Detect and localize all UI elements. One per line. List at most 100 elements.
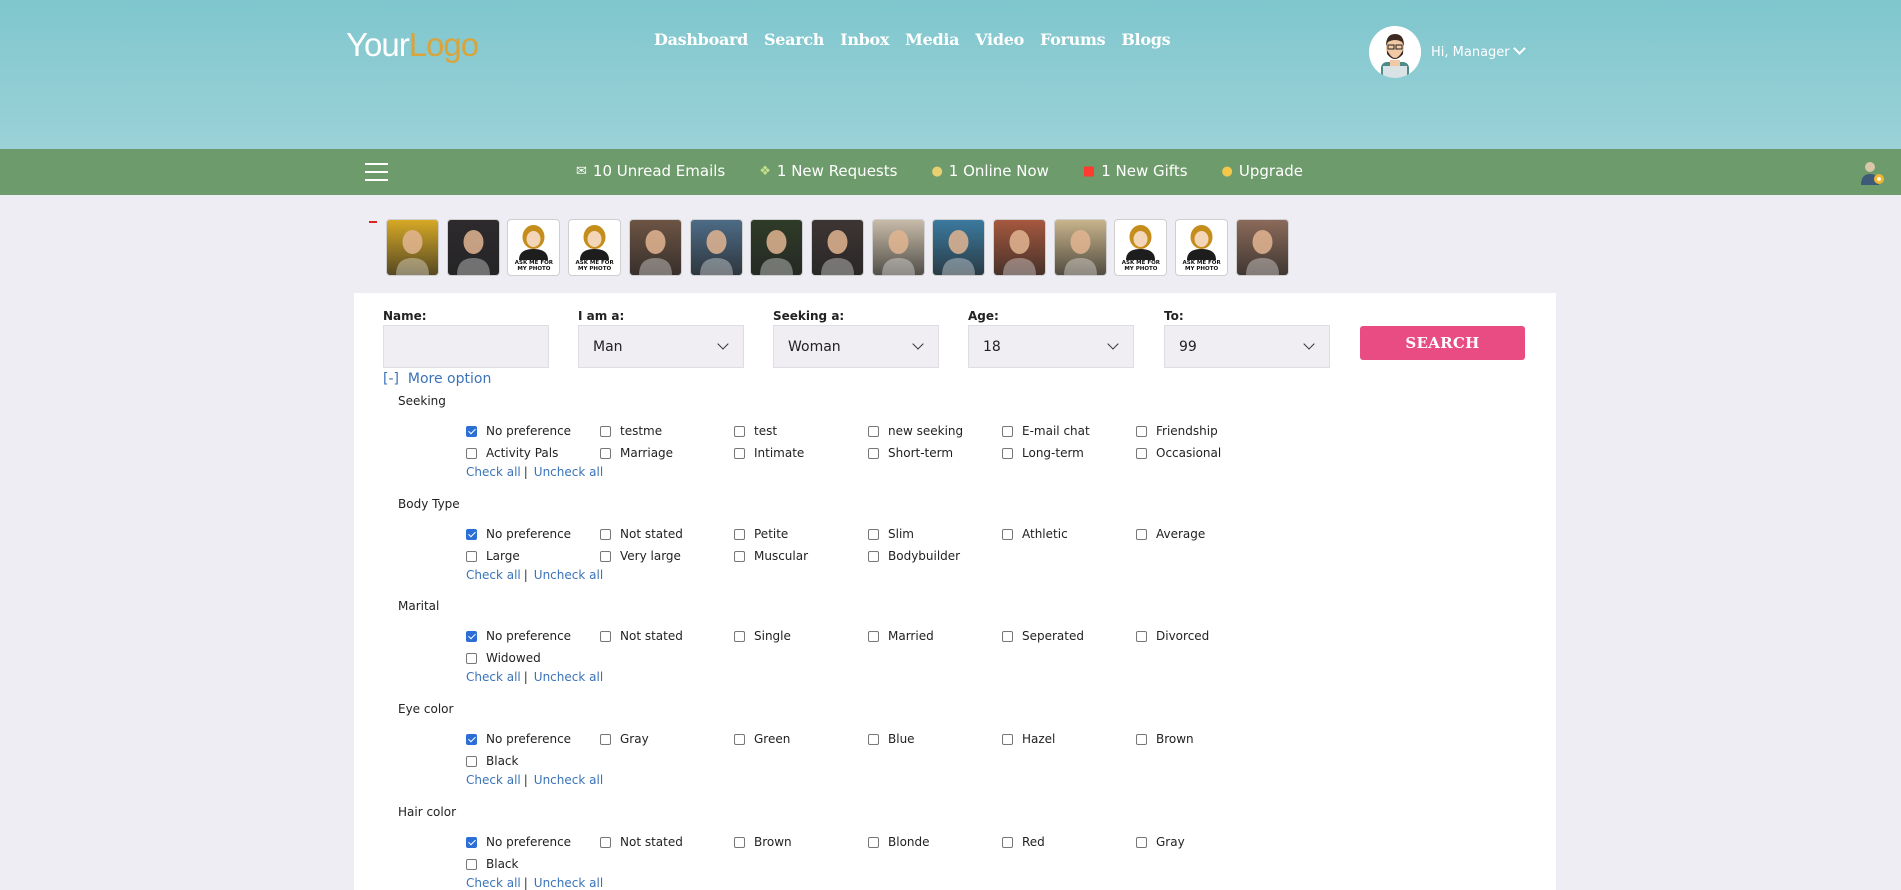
notif-new-gifts[interactable]: ■ 1 New Gifts (1083, 162, 1188, 180)
profile-thumbnail[interactable] (1053, 219, 1107, 276)
filter-checkbox[interactable]: new seeking (868, 424, 963, 438)
nav-video[interactable]: Video (975, 30, 1024, 49)
filter-checkbox[interactable]: Green (734, 732, 790, 746)
filter-checkbox[interactable]: Widowed (466, 651, 541, 665)
checkbox-unchecked-icon[interactable] (734, 550, 745, 562)
check-all-link[interactable]: Check all (466, 670, 521, 684)
checkbox-unchecked-icon[interactable] (1002, 836, 1013, 848)
checkbox-unchecked-icon[interactable] (734, 630, 745, 642)
nav-dashboard[interactable]: Dashboard (654, 30, 748, 49)
name-input[interactable] (383, 325, 549, 368)
checkbox-unchecked-icon[interactable] (734, 528, 745, 540)
checkbox-unchecked-icon[interactable] (600, 447, 611, 459)
checkbox-unchecked-icon[interactable] (734, 425, 745, 437)
filter-checkbox[interactable]: E-mail chat (1002, 424, 1090, 438)
filter-checkbox[interactable]: Red (1002, 835, 1045, 849)
filter-checkbox[interactable]: Brown (1136, 732, 1194, 746)
checkbox-unchecked-icon[interactable] (868, 733, 879, 745)
filter-checkbox[interactable]: Black (466, 754, 518, 768)
age-to-select[interactable]: 99 (1164, 325, 1330, 368)
filter-checkbox[interactable]: Petite (734, 527, 788, 541)
checkbox-unchecked-icon[interactable] (868, 447, 879, 459)
filter-checkbox[interactable]: Occasional (1136, 446, 1221, 460)
profile-thumbnail[interactable] (1235, 219, 1289, 276)
more-option-toggle[interactable]: [-] More option (383, 371, 491, 387)
filter-checkbox[interactable]: No preference (466, 424, 571, 438)
filter-checkbox[interactable]: Not stated (600, 835, 683, 849)
filter-checkbox[interactable]: Married (868, 629, 934, 643)
filter-checkbox[interactable]: No preference (466, 629, 571, 643)
filter-checkbox[interactable]: Bodybuilder (868, 549, 960, 563)
profile-thumbnail[interactable] (689, 219, 743, 276)
filter-checkbox[interactable]: Single (734, 629, 791, 643)
filter-checkbox[interactable]: Slim (868, 527, 914, 541)
search-button[interactable]: SEARCH (1360, 326, 1525, 360)
uncheck-all-link[interactable]: Uncheck all (534, 465, 603, 479)
profile-thumbnail[interactable] (871, 219, 925, 276)
filter-checkbox[interactable]: Long-term (1002, 446, 1084, 460)
filter-checkbox[interactable]: Black (466, 857, 518, 871)
check-all-link[interactable]: Check all (466, 773, 521, 787)
checkbox-unchecked-icon[interactable] (1002, 630, 1013, 642)
nav-inbox[interactable]: Inbox (840, 30, 889, 49)
checkbox-checked-icon[interactable] (466, 836, 477, 848)
profile-thumbnail[interactable] (386, 219, 439, 276)
uncheck-all-link[interactable]: Uncheck all (534, 773, 603, 787)
site-logo[interactable]: YourLogo (346, 26, 479, 64)
filter-checkbox[interactable]: Gray (1136, 835, 1185, 849)
profile-thumbnail[interactable] (993, 219, 1046, 276)
filter-checkbox[interactable]: Not stated (600, 527, 683, 541)
checkbox-unchecked-icon[interactable] (868, 630, 879, 642)
iam-select[interactable]: Man (578, 325, 744, 368)
user-greeting[interactable]: Hi, Manager (1431, 41, 1526, 60)
filter-checkbox[interactable]: Seperated (1002, 629, 1084, 643)
checkbox-unchecked-icon[interactable] (1136, 447, 1147, 459)
filter-checkbox[interactable]: No preference (466, 732, 571, 746)
hamburger-menu-icon[interactable] (365, 163, 388, 181)
profile-thumbnail[interactable] (446, 219, 500, 276)
checkbox-unchecked-icon[interactable] (1136, 836, 1147, 848)
filter-checkbox[interactable]: Activity Pals (466, 446, 558, 460)
checkbox-unchecked-icon[interactable] (868, 550, 879, 562)
filter-checkbox[interactable]: Divorced (1136, 629, 1209, 643)
check-all-link[interactable]: Check all (466, 465, 521, 479)
checkbox-unchecked-icon[interactable] (600, 528, 611, 540)
filter-checkbox[interactable]: Hazel (1002, 732, 1055, 746)
notif-online-now[interactable]: ● 1 Online Now (931, 162, 1048, 180)
checkbox-unchecked-icon[interactable] (1136, 425, 1147, 437)
checkbox-unchecked-icon[interactable] (1136, 528, 1147, 540)
filter-checkbox[interactable]: Gray (600, 732, 649, 746)
profile-thumbnail[interactable] (810, 219, 864, 276)
checkbox-unchecked-icon[interactable] (1002, 447, 1013, 459)
avatar[interactable] (1369, 26, 1421, 78)
nav-media[interactable]: Media (905, 30, 959, 49)
checkbox-unchecked-icon[interactable] (466, 550, 477, 562)
checkbox-unchecked-icon[interactable] (868, 836, 879, 848)
uncheck-all-link[interactable]: Uncheck all (534, 670, 603, 684)
profile-thumbnail[interactable] (750, 219, 804, 276)
checkbox-checked-icon[interactable] (466, 528, 477, 540)
checkbox-unchecked-icon[interactable] (1002, 528, 1013, 540)
filter-checkbox[interactable]: Blonde (868, 835, 930, 849)
check-all-link[interactable]: Check all (466, 876, 521, 890)
profile-thumbnail-placeholder[interactable]: ASK ME FOR MY PHOTO (568, 219, 622, 276)
nav-forums[interactable]: Forums (1040, 30, 1106, 49)
user-menu[interactable]: Hi, Manager (1369, 26, 1526, 78)
notif-unread-emails[interactable]: ✉ 10 Unread Emails (576, 162, 725, 180)
checkbox-unchecked-icon[interactable] (600, 836, 611, 848)
filter-checkbox[interactable]: No preference (466, 527, 571, 541)
filter-checkbox[interactable]: Brown (734, 835, 792, 849)
filter-checkbox[interactable]: Not stated (600, 629, 683, 643)
checkbox-unchecked-icon[interactable] (1002, 733, 1013, 745)
checkbox-unchecked-icon[interactable] (868, 425, 879, 437)
filter-checkbox[interactable]: No preference (466, 835, 571, 849)
uncheck-all-link[interactable]: Uncheck all (534, 568, 603, 582)
checkbox-unchecked-icon[interactable] (1002, 425, 1013, 437)
checkbox-unchecked-icon[interactable] (466, 652, 477, 664)
checkbox-unchecked-icon[interactable] (600, 425, 611, 437)
checkbox-unchecked-icon[interactable] (600, 630, 611, 642)
nav-blogs[interactable]: Blogs (1121, 30, 1170, 49)
age-from-select[interactable]: 18 (968, 325, 1134, 368)
filter-checkbox[interactable]: test (734, 424, 777, 438)
filter-checkbox[interactable]: Athletic (1002, 527, 1068, 541)
